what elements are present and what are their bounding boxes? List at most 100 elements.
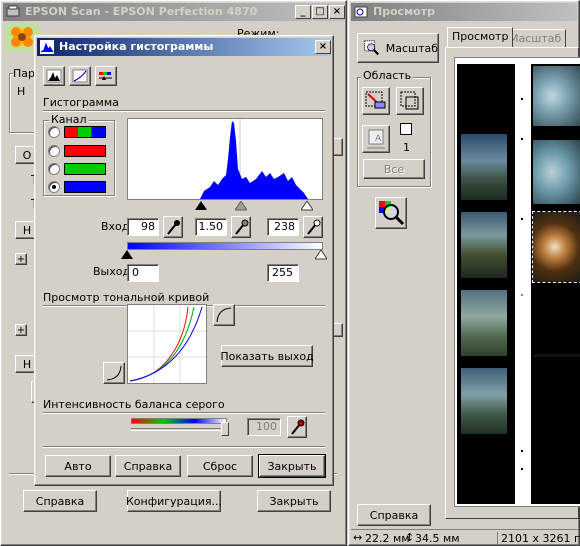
white-point-eyedropper[interactable]: [303, 216, 323, 238]
reset-button[interactable]: Сброс: [187, 455, 253, 477]
channel-group-label: Канал: [49, 113, 89, 126]
main-config-button[interactable]: Конфигурация...: [126, 490, 222, 512]
output-label: Выход: [93, 265, 131, 278]
film-frame: [461, 368, 507, 434]
channel-radio-green[interactable]: [48, 163, 60, 175]
sprocket-hole: [521, 468, 523, 470]
status-bar: ↔ 22.2 мм ↕ 34.5 мм 2101 x 3261 пиксе: [351, 529, 579, 545]
auto-locate-button[interactable]: A: [362, 125, 390, 153]
gray-balance-section-label: Интенсивность баланса серого: [43, 398, 225, 411]
input-gamma-slider[interactable]: [235, 201, 247, 211]
output-black-slider[interactable]: [121, 250, 133, 260]
sprocket-hole: [521, 218, 523, 220]
channel-swatch-blue: [64, 181, 106, 193]
histogram-dialog-title: Настройка гистограммы: [59, 40, 214, 53]
output-white-field[interactable]: 255: [267, 264, 299, 282]
all-button[interactable]: Все: [363, 159, 425, 179]
show-output-button[interactable]: Показать выход: [220, 345, 314, 367]
eyedropper-icon: [167, 220, 180, 235]
input-white-slider[interactable]: [301, 201, 313, 211]
height-arrow-icon: ↕: [405, 531, 415, 544]
output-white-slider[interactable]: [315, 250, 327, 260]
dialog-help-button[interactable]: Справка: [115, 455, 181, 477]
channel-radio-master[interactable]: [48, 126, 60, 138]
histogram-section-divider: [43, 110, 325, 112]
tone-curve-section-label: Просмотр тональной кривой: [43, 291, 210, 304]
curve-shadow-button[interactable]: [103, 362, 125, 384]
expand-plus-button-2[interactable]: +: [15, 324, 27, 336]
gray-balance-slider-track[interactable]: [131, 418, 227, 424]
color-magnifier-icon: [379, 201, 405, 226]
input-gamma-field[interactable]: 1.50: [195, 218, 227, 236]
maximize-button[interactable]: □: [312, 5, 328, 19]
dialog-bottom-divider: [43, 446, 325, 448]
expand-plus-button-1[interactable]: +: [15, 253, 27, 265]
delete-marquee-button[interactable]: [362, 87, 390, 115]
film-strip-right: [531, 64, 580, 504]
film-frame: [461, 290, 507, 356]
preview-window-icon: [354, 6, 368, 18]
create-marquee-button[interactable]: [396, 87, 424, 115]
output-black-field[interactable]: 0: [127, 264, 159, 282]
main-window-titlebar: EPSON Scan - EPSON Perfection 4870: [3, 3, 344, 21]
dialog-close-button[interactable]: ×: [315, 40, 331, 54]
gray-point-eyedropper[interactable]: [231, 216, 251, 238]
film-strip-left: [457, 64, 515, 504]
main-right-stub-1[interactable]: [333, 138, 343, 156]
tone-curve-graph: [127, 304, 207, 384]
gray-balance-eyedropper[interactable]: [287, 416, 307, 438]
film-frame: [533, 354, 580, 357]
preview-help-button[interactable]: Справка: [357, 504, 431, 526]
eyedropper-icon: [307, 219, 321, 235]
marquee-count: 1: [403, 141, 410, 154]
sprocket-hole: [521, 450, 523, 452]
channel-radio-red[interactable]: [48, 145, 60, 157]
histogram-plot: [200, 119, 308, 199]
tone-correction-button[interactable]: [69, 66, 91, 86]
tab-preview[interactable]: Просмотр: [447, 27, 514, 47]
histogram-graph: [127, 118, 323, 200]
input-white-field[interactable]: 238: [267, 218, 299, 236]
close-button[interactable]: ×: [329, 5, 345, 19]
auto-button[interactable]: Авто: [45, 455, 111, 477]
input-black-field[interactable]: 98: [127, 218, 159, 236]
dialog-close-action-button[interactable]: Закрыть: [258, 454, 326, 478]
eyedropper-icon: [291, 419, 305, 435]
selected-film-frame[interactable]: [532, 211, 580, 283]
channel-radio-blue[interactable]: [48, 181, 60, 193]
sprocket-hole: [521, 98, 523, 100]
eyedropper-icon: [235, 219, 249, 235]
input-black-slider[interactable]: [195, 201, 207, 211]
epson-scan-icon: [6, 5, 20, 17]
image-adjust-button[interactable]: [375, 197, 407, 229]
main-close-button[interactable]: Закрыть: [257, 490, 331, 512]
main-help-button[interactable]: Справка: [23, 490, 97, 512]
histogram-title-icon: [40, 40, 54, 54]
minimize-button[interactable]: _: [295, 5, 311, 19]
histogram-curve: [200, 121, 308, 199]
film-frame: [461, 212, 507, 278]
film-frame: [533, 140, 580, 204]
gray-balance-value-field[interactable]: 100: [247, 418, 281, 436]
gray-balance-slider-groove: [131, 428, 227, 431]
histogram-tool-button[interactable]: [43, 66, 65, 86]
curve-highlight-button[interactable]: [213, 304, 235, 326]
zoom-button[interactable]: Масштаб: [357, 33, 439, 63]
output-gradient: [127, 242, 323, 250]
marquee-count-box: [400, 123, 412, 135]
settings-item-label: Н: [17, 85, 26, 98]
histogram-tool-icon: [46, 69, 62, 83]
gray-balance-slider-thumb[interactable]: [221, 422, 229, 436]
sprocket-hole: [521, 138, 523, 140]
histogram-dialog: Настройка гистограммы × Гистограмма Кана…: [34, 35, 334, 486]
gray-balance-section-divider: [43, 412, 325, 414]
create-marquee-icon: [400, 91, 419, 110]
zoom-button-label: Масштаб: [385, 41, 438, 55]
color-balance-icon: [99, 72, 112, 80]
main-right-stub-2[interactable]: [333, 323, 343, 337]
preview-film-area: [454, 57, 580, 507]
black-point-eyedropper[interactable]: [163, 216, 183, 238]
curve-highlight-icon: [216, 307, 232, 323]
area-group-label: Область: [361, 69, 414, 82]
image-adjust-tool-button[interactable]: [95, 66, 117, 86]
